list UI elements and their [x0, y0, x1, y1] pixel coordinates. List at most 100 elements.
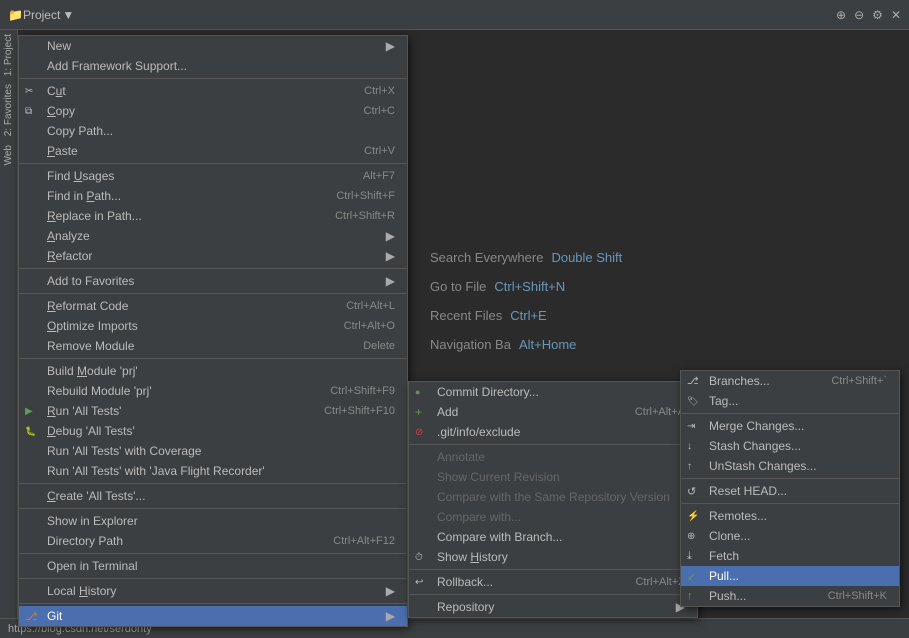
exclude-icon: [415, 427, 423, 438]
git-menu-commit[interactable]: Commit Directory...: [409, 382, 697, 402]
repo-menu-remotes[interactable]: Remotes...: [681, 506, 899, 526]
menu-label-cut: Cut: [47, 84, 344, 98]
rollback-icon: [415, 577, 423, 588]
hint-panel: Search Everywhere Double Shift Go to Fil…: [430, 250, 690, 366]
rebuild-shortcut: Ctrl+Shift+F9: [330, 385, 395, 397]
menu-item-directory-path[interactable]: Directory Path Ctrl+Alt+F12: [19, 531, 407, 551]
tag-icon: [687, 396, 698, 407]
repo-label-tag: Tag...: [709, 394, 887, 408]
menu-item-find-in-path[interactable]: Find in Path... Ctrl+Shift+F: [19, 186, 407, 206]
toolbar-title: Project: [23, 8, 60, 22]
git-label-compare-branch: Compare with Branch...: [437, 530, 685, 544]
stash-icon: [687, 441, 692, 452]
git-menu-exclude[interactable]: .git/info/exclude: [409, 422, 697, 442]
hint-goto-shortcut: Ctrl+Shift+N: [494, 279, 565, 294]
menu-item-new[interactable]: New ▶: [19, 36, 407, 56]
hint-goto-label: Go to File: [430, 279, 486, 294]
menu-item-run-tests[interactable]: Run 'All Tests' Ctrl+Shift+F10: [19, 401, 407, 421]
git-menu-annotate: Annotate: [409, 447, 697, 467]
hint-recent-shortcut: Ctrl+E: [510, 308, 546, 323]
menu-item-build-module[interactable]: Build Module 'prj': [19, 361, 407, 381]
menu-item-analyze[interactable]: Analyze ▶: [19, 226, 407, 246]
repo-menu-push[interactable]: Push... Ctrl+Shift+K: [681, 586, 899, 606]
find-usages-shortcut: Alt+F7: [363, 170, 395, 182]
toolbar-gear-icon[interactable]: ⚙: [872, 8, 883, 22]
menu-label-build-module: Build Module 'prj': [47, 364, 395, 378]
hint-search-label: Search Everywhere: [430, 250, 543, 265]
menu-label-directory-path: Directory Path: [47, 534, 313, 548]
cut-shortcut: Ctrl+X: [364, 85, 395, 97]
hint-nav-shortcut: Alt+Home: [519, 337, 576, 352]
menu-item-find-usages[interactable]: Find Usages Alt+F7: [19, 166, 407, 186]
git-menu-compare-branch[interactable]: Compare with Branch...: [409, 527, 697, 547]
replace-shortcut: Ctrl+Shift+R: [335, 210, 395, 222]
git-menu-add[interactable]: Add Ctrl+Alt+A: [409, 402, 697, 422]
git-label-compare-same: Compare with the Same Repository Version: [437, 490, 685, 504]
arrow-icon-favorites: ▶: [386, 274, 395, 288]
menu-item-cut[interactable]: Cut Ctrl+X: [19, 81, 407, 101]
menu-item-run-flight[interactable]: Run 'All Tests' with 'Java Flight Record…: [19, 461, 407, 481]
menu-item-replace-in-path[interactable]: Replace in Path... Ctrl+Shift+R: [19, 206, 407, 226]
menu-item-debug-tests[interactable]: Debug 'All Tests': [19, 421, 407, 441]
separator-4: [19, 293, 407, 294]
git-label-add: Add: [437, 405, 615, 419]
menu-item-paste[interactable]: Paste Ctrl+V: [19, 141, 407, 161]
sidebar-item-favorites[interactable]: 2: Favorites: [1, 80, 16, 140]
menu-label-open-terminal: Open in Terminal: [47, 559, 395, 573]
rollback-shortcut: Ctrl+Alt+Z: [635, 576, 685, 588]
git-icon: [25, 610, 38, 623]
menu-item-create-tests[interactable]: Create 'All Tests'...: [19, 486, 407, 506]
menu-label-local-history: Local History: [47, 584, 378, 598]
submenu-repository: Branches... Ctrl+Shift+` Tag... Merge Ch…: [680, 370, 900, 607]
git-menu-rollback[interactable]: Rollback... Ctrl+Alt+Z: [409, 572, 697, 592]
menu-item-run-coverage[interactable]: Run 'All Tests' with Coverage: [19, 441, 407, 461]
repo-menu-stash[interactable]: Stash Changes...: [681, 436, 899, 456]
project-folder-icon: 📁: [8, 8, 23, 22]
menu-item-show-explorer[interactable]: Show in Explorer: [19, 511, 407, 531]
menu-item-copy[interactable]: Copy Ctrl+C: [19, 101, 407, 121]
git-label-compare-with: Compare with...: [437, 510, 685, 524]
repo-label-pull: Pull...: [709, 569, 887, 583]
sidebar-item-project[interactable]: 1: Project: [1, 30, 16, 80]
git-menu-repository[interactable]: Repository ▶: [409, 597, 697, 617]
menu-label-remove-module: Remove Module: [47, 339, 343, 353]
hint-search-shortcut: Double Shift: [551, 250, 622, 265]
menu-item-open-terminal[interactable]: Open in Terminal: [19, 556, 407, 576]
repo-menu-merge[interactable]: Merge Changes...: [681, 416, 899, 436]
toolbar-close-icon[interactable]: ✕: [891, 8, 901, 22]
separator-10: [19, 603, 407, 604]
menu-item-git[interactable]: Git ▶: [19, 606, 407, 626]
git-label-annotate: Annotate: [437, 450, 685, 464]
menu-item-local-history[interactable]: Local History ▶: [19, 581, 407, 601]
toolbar-add-icon[interactable]: ⊕: [836, 8, 846, 22]
menu-item-remove-module[interactable]: Remove Module Delete: [19, 336, 407, 356]
repo-menu-branches[interactable]: Branches... Ctrl+Shift+`: [681, 371, 899, 391]
hint-search-everywhere: Search Everywhere Double Shift: [430, 250, 690, 265]
git-menu-show-revision: Show Current Revision: [409, 467, 697, 487]
menu-item-rebuild-module[interactable]: Rebuild Module 'prj' Ctrl+Shift+F9: [19, 381, 407, 401]
repo-menu-tag[interactable]: Tag...: [681, 391, 899, 411]
repo-menu-clone[interactable]: Clone...: [681, 526, 899, 546]
repo-menu-fetch[interactable]: Fetch: [681, 546, 899, 566]
menu-label-run-tests: Run 'All Tests': [47, 404, 304, 418]
hint-recent-label: Recent Files: [430, 308, 502, 323]
menu-label-find-usages: Find Usages: [47, 169, 343, 183]
menu-label-copy-path: Copy Path...: [47, 124, 395, 138]
menu-item-copy-path[interactable]: Copy Path...: [19, 121, 407, 141]
separator-6: [19, 483, 407, 484]
git-menu-show-history[interactable]: Show History: [409, 547, 697, 567]
sidebar-item-web[interactable]: Web: [1, 141, 16, 169]
fetch-icon: [687, 550, 692, 563]
repo-label-reset: Reset HEAD...: [709, 484, 887, 498]
menu-item-add-framework[interactable]: Add Framework Support...: [19, 56, 407, 76]
repo-menu-unstash[interactable]: UnStash Changes...: [681, 456, 899, 476]
menu-item-optimize-imports[interactable]: Optimize Imports Ctrl+Alt+O: [19, 316, 407, 336]
repo-menu-pull[interactable]: Pull...: [681, 566, 899, 586]
unstash-icon: [687, 461, 692, 472]
repo-menu-reset[interactable]: Reset HEAD...: [681, 481, 899, 501]
menu-item-refactor[interactable]: Refactor ▶: [19, 246, 407, 266]
toolbar-collapse-icon[interactable]: ⊖: [854, 8, 864, 22]
menu-item-add-favorites[interactable]: Add to Favorites ▶: [19, 271, 407, 291]
menu-item-reformat[interactable]: Reformat Code Ctrl+Alt+L: [19, 296, 407, 316]
arrow-icon-history: ▶: [386, 584, 395, 598]
